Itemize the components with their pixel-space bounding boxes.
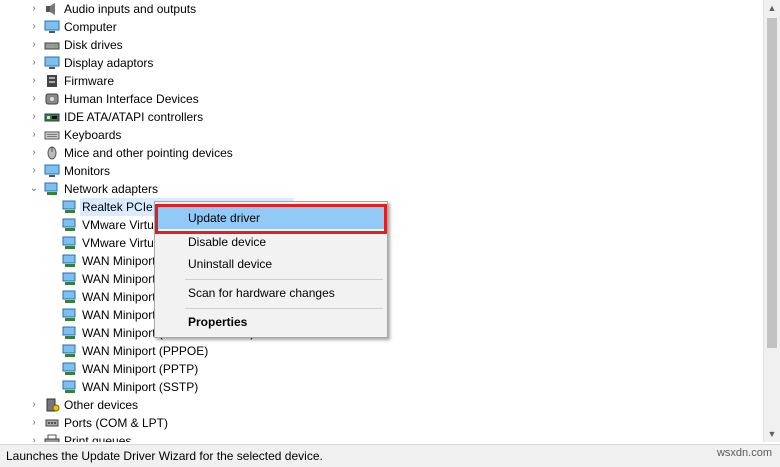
watermark: wsxdn.com [716,447,772,459]
mouse-icon [44,146,60,160]
chevron-right-icon[interactable]: › [28,432,40,442]
menu-item-scan-hardware[interactable]: Scan for hardware changes [158,282,384,304]
monitor-icon [44,164,60,178]
chevron-right-icon[interactable]: › [28,414,40,432]
chevron-right-icon[interactable]: › [28,0,40,18]
tree-item-label: Network adapters [64,182,159,196]
menu-item-properties[interactable]: Properties [158,311,384,333]
tree-item-label: Ports (COM & LPT) [64,416,169,430]
display-adapter-icon [44,56,60,70]
scroll-up-icon[interactable]: ▲ [764,0,780,16]
menu-separator [185,279,383,280]
tree-item-label: Disk drives [64,38,123,52]
tree-item-label: Other devices [64,398,139,412]
other-devices-icon [44,398,60,412]
network-adapter-icon [44,182,60,196]
network-adapter-icon [62,290,78,304]
chevron-right-icon[interactable]: › [28,18,40,36]
tree-item-label: Print queues [64,434,132,442]
network-adapter-icon [62,254,78,268]
scroll-down-icon[interactable]: ▼ [764,426,780,442]
printer-icon [44,434,60,442]
chevron-right-icon[interactable]: › [28,126,40,144]
scrollbar-thumb[interactable] [767,18,777,348]
speaker-icon [44,2,60,16]
chevron-right-icon[interactable]: › [28,162,40,180]
tree-item-label: Keyboards [64,128,122,142]
tree-item-label: Audio inputs and outputs [64,2,197,16]
network-adapter-icon [62,326,78,340]
status-bar: Launches the Update Driver Wizard for th… [0,444,780,467]
network-adapter-icon [62,344,78,358]
tree-item-label: Human Interface Devices [64,92,199,106]
firmware-icon [44,74,60,88]
menu-item-update-driver[interactable]: Update driver [158,207,384,229]
status-text: Launches the Update Driver Wizard for th… [6,449,323,463]
network-adapter-icon [62,218,78,232]
network-adapter-icon [62,308,78,322]
network-adapter-icon [62,380,78,394]
chevron-right-icon[interactable]: › [28,396,40,414]
ide-controller-icon [44,110,60,124]
chevron-right-icon[interactable]: › [28,54,40,72]
network-adapter-icon [62,200,78,214]
tree-item-label: Mice and other pointing devices [64,146,233,160]
tree-item-label: WAN Miniport (PPPOE) [82,344,209,358]
tree-item-label: WAN Miniport (PPTP) [82,362,199,376]
chevron-right-icon[interactable]: › [28,90,40,108]
hid-icon [44,92,60,106]
chevron-right-icon[interactable]: › [28,144,40,162]
tree-item-label: Monitors [64,164,111,178]
tree-item-label: IDE ATA/ATAPI controllers [64,110,204,124]
keyboard-icon [44,128,60,142]
tree-item-label: Firmware [64,74,114,88]
network-adapter-icon [62,236,78,250]
vertical-scrollbar[interactable]: ▲ ▼ [763,0,780,442]
tree-item-label: Computer [64,20,117,34]
menu-separator [185,308,383,309]
chevron-right-icon[interactable]: › [28,108,40,126]
context-menu: Update driver Disable device Uninstall d… [154,201,388,338]
tree-item-label: WAN Miniport (SSTP) [82,380,199,394]
computer-icon [44,20,60,34]
disk-drive-icon [44,38,60,52]
menu-item-disable-device[interactable]: Disable device [158,231,384,253]
chevron-right-icon[interactable]: › [28,72,40,90]
ports-icon [44,416,60,430]
network-adapter-icon [62,362,78,376]
network-adapter-icon [62,272,78,286]
tree-item-label: Display adaptors [64,56,154,70]
chevron-right-icon[interactable]: › [28,36,40,54]
menu-item-uninstall-device[interactable]: Uninstall device [158,253,384,275]
chevron-down-icon[interactable]: ⌄ [28,180,40,198]
